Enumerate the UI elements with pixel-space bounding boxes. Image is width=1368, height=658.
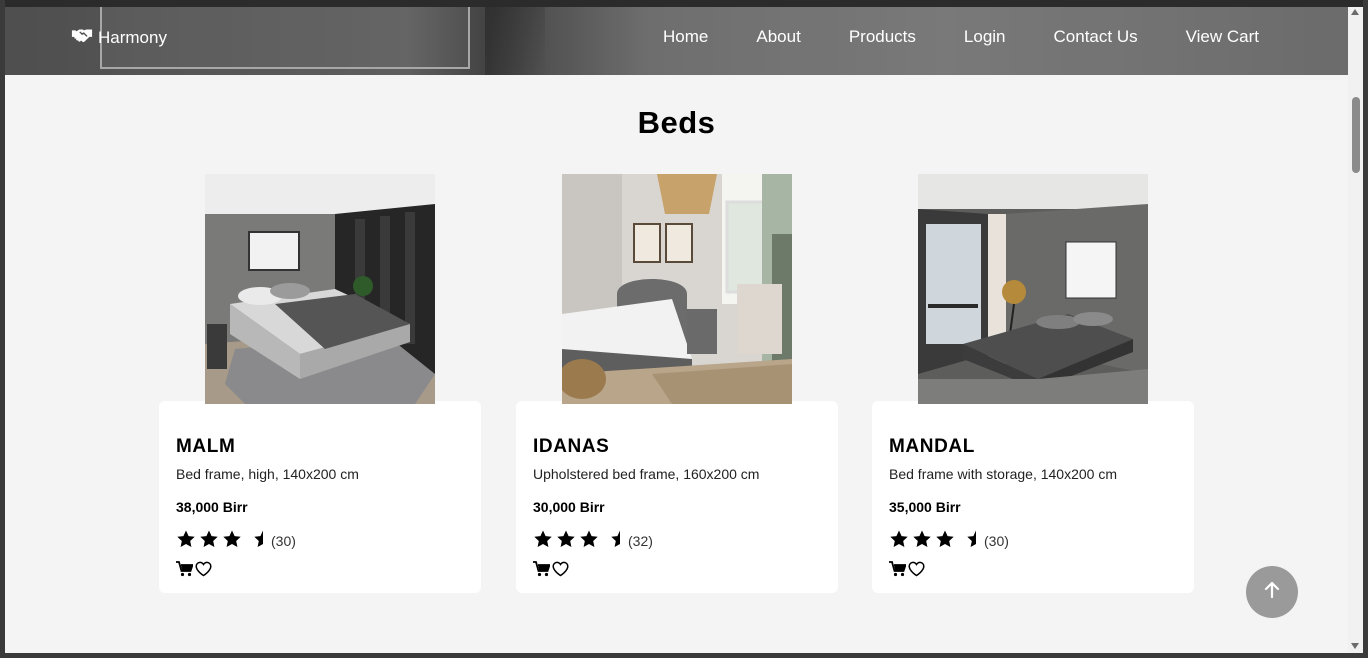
window-top-border xyxy=(0,0,1368,7)
product-image[interactable] xyxy=(562,174,792,404)
product-price: 30,000 Birr xyxy=(533,499,605,515)
nav-about[interactable]: About xyxy=(756,27,800,47)
product-image[interactable] xyxy=(918,174,1148,404)
cart-icon[interactable] xyxy=(176,561,194,582)
page-scrollbar[interactable] xyxy=(1348,7,1363,653)
star-half-icon xyxy=(602,529,622,553)
handshake-icon xyxy=(71,27,93,48)
heart-icon[interactable] xyxy=(195,561,212,582)
scroll-up-arrow-icon[interactable] xyxy=(1351,9,1359,15)
heart-icon[interactable] xyxy=(908,561,925,582)
product-card: MANDAL Bed frame with storage, 140x200 c… xyxy=(872,401,1194,593)
cart-icon[interactable] xyxy=(533,561,551,582)
nav-products[interactable]: Products xyxy=(849,27,916,47)
star-icon xyxy=(889,529,909,553)
site-logo[interactable]: Harmony xyxy=(71,27,167,48)
star-icon xyxy=(935,529,955,553)
product-rating: (32) xyxy=(533,529,653,553)
star-half-icon xyxy=(958,529,978,553)
nav-home[interactable]: Home xyxy=(663,27,708,47)
star-icon xyxy=(176,529,196,553)
rating-count: (32) xyxy=(628,533,653,549)
scroll-to-top-button[interactable] xyxy=(1246,566,1298,618)
cart-icon[interactable] xyxy=(889,561,907,582)
window-bottom-border xyxy=(0,653,1368,658)
product-description: Upholstered bed frame, 160x200 cm xyxy=(533,466,760,482)
product-rating: (30) xyxy=(889,529,1009,553)
star-icon xyxy=(912,529,932,553)
product-image[interactable] xyxy=(205,174,435,404)
product-price: 38,000 Birr xyxy=(176,499,248,515)
product-name[interactable]: IDANAS xyxy=(533,436,609,458)
product-actions xyxy=(176,561,212,582)
main-nav: Home About Products Login Contact Us Vie… xyxy=(663,27,1348,47)
product-rating: (30) xyxy=(176,529,296,553)
scrollbar-thumb[interactable] xyxy=(1352,97,1360,173)
product-description: Bed frame, high, 140x200 cm xyxy=(176,466,359,482)
star-icon xyxy=(579,529,599,553)
nav-view-cart[interactable]: View Cart xyxy=(1186,27,1259,47)
window-right-border xyxy=(1363,0,1368,658)
logo-text: Harmony xyxy=(98,27,167,47)
nav-login[interactable]: Login xyxy=(964,27,1006,47)
star-icon xyxy=(199,529,219,553)
product-card: IDANAS Upholstered bed frame, 160x200 cm… xyxy=(516,401,838,593)
product-actions xyxy=(533,561,569,582)
star-half-icon xyxy=(245,529,265,553)
page-viewport: Harmony Home About Products Login Contac… xyxy=(5,7,1348,653)
product-name[interactable]: MANDAL xyxy=(889,436,975,458)
site-header: Harmony Home About Products Login Contac… xyxy=(5,7,1348,75)
product-actions xyxy=(889,561,925,582)
nav-contact-us[interactable]: Contact Us xyxy=(1054,27,1138,47)
star-icon xyxy=(556,529,576,553)
star-icon xyxy=(533,529,553,553)
scroll-down-arrow-icon[interactable] xyxy=(1351,643,1359,649)
product-card: MALM Bed frame, high, 140x200 cm 38,000 … xyxy=(159,401,481,593)
product-description: Bed frame with storage, 140x200 cm xyxy=(889,466,1118,482)
product-price: 35,000 Birr xyxy=(889,499,961,515)
section-title: Beds xyxy=(637,105,716,140)
heart-icon[interactable] xyxy=(552,561,569,582)
product-name[interactable]: MALM xyxy=(176,436,235,458)
star-icon xyxy=(222,529,242,553)
rating-count: (30) xyxy=(984,533,1009,549)
rating-count: (30) xyxy=(271,533,296,549)
arrow-up-icon xyxy=(1263,581,1281,604)
